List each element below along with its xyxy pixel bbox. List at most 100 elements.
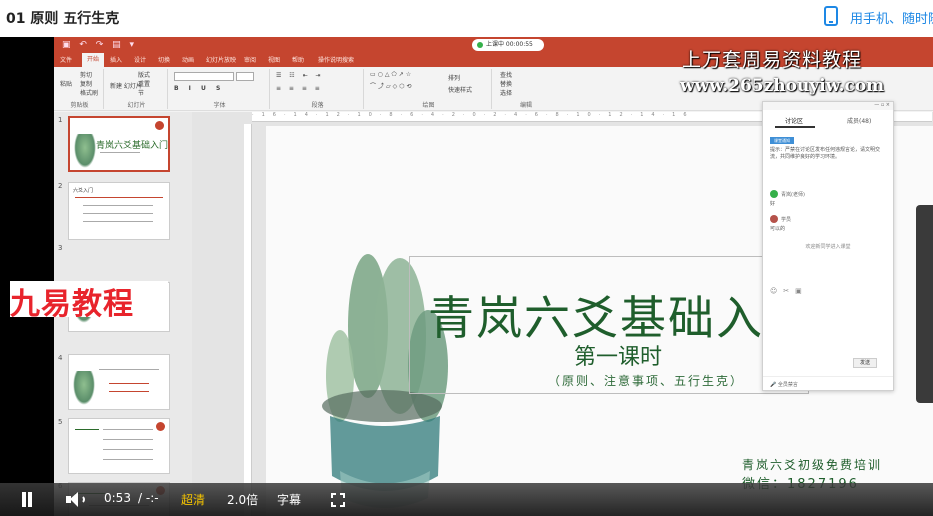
notice-message: 提示：严禁在讨论区发布任何违规言论，请文明交流，共同维护良好的学习环境。	[770, 147, 881, 160]
thumb-line	[83, 213, 153, 214]
tab-design[interactable]: 设计	[134, 55, 146, 64]
editing-group: 查找 替换 选择 编辑	[494, 69, 558, 109]
replace-button[interactable]: 替换	[500, 79, 512, 88]
list-buttons[interactable]: ☰ ☷ ⇤ ⇥	[276, 72, 324, 79]
join-notice: 欢迎新同学进入课堂	[805, 244, 851, 250]
thumb-number: 5	[58, 418, 63, 426]
thumb-number: 4	[58, 354, 63, 362]
tell-me-search[interactable]: 操作说明搜索	[318, 55, 354, 64]
fullscreen-icon[interactable]	[331, 493, 345, 507]
format-painter-button[interactable]: 格式刷	[80, 88, 98, 97]
avatar	[770, 190, 778, 198]
slide-thumbnail[interactable]	[68, 418, 170, 474]
align-buttons[interactable]: ≡ ≡ ≡ ≡	[276, 85, 323, 92]
drawing-group: ▭○△⬠↗☆ ⌒⤴▱◇⬡⟲ 排列 快速样式 绘图	[366, 69, 492, 109]
chat-message: 可以的	[770, 226, 786, 232]
tab-animations[interactable]: 动画	[182, 55, 194, 64]
tab-review[interactable]: 审阅	[244, 55, 256, 64]
thumb-line	[100, 152, 140, 153]
paragraph-group: ☰ ☷ ⇤ ⇥ ≡ ≡ ≡ ≡ 段落	[272, 69, 364, 109]
recording-status: 上课中 00:00:55	[472, 39, 544, 51]
pause-icon[interactable]	[20, 492, 34, 507]
font-format-buttons[interactable]: B I U S	[174, 85, 224, 92]
layout-button[interactable]: 版式	[138, 70, 150, 79]
avatar	[770, 215, 778, 223]
current-time: 0:53	[104, 491, 131, 505]
clipboard-group: 粘贴 剪切 复制 格式刷 剪贴板	[56, 69, 104, 109]
mute-all-toggle[interactable]: 全员禁言	[778, 382, 798, 388]
thumb-line	[83, 205, 153, 206]
drawing-label: 绘图	[422, 102, 435, 109]
shapes-gallery-row2[interactable]: ⌒⤴▱◇⬡⟲	[370, 81, 414, 90]
notice-tag: 课堂通知	[770, 137, 794, 144]
thumb-line	[109, 383, 149, 384]
slide-thumbnail[interactable]: 青岚六爻基础入门	[68, 116, 170, 172]
paste-button[interactable]: 粘贴	[60, 79, 72, 88]
thumb-line	[103, 459, 153, 460]
tab-help[interactable]: 帮助	[292, 55, 304, 64]
font-group: B I U S 字体	[170, 69, 270, 109]
cactus-icon	[74, 134, 96, 168]
select-button[interactable]: 选择	[500, 88, 512, 97]
clipboard-label: 剪贴板	[70, 102, 89, 109]
thumb-line	[103, 449, 153, 450]
volume-icon[interactable]	[66, 492, 86, 507]
powerpoint-window: ▣ ↶ ↷ ▤ ▾ 上课中 00:00:55 文件 开始 插入 设计 切换 动画…	[54, 37, 933, 516]
tab-view[interactable]: 视图	[268, 55, 280, 64]
thumb-title: 青岚六爻基础入门	[96, 141, 169, 151]
tab-members[interactable]: 成员(48)	[847, 116, 871, 125]
slides-group: 新建 幻灯片 版式 重置 节 幻灯片	[106, 69, 168, 109]
thumb-line	[99, 369, 159, 370]
chat-panel: — ▫ × 讨论区 成员(48) 课堂通知 提示：严禁在讨论区发布任何违规言论，…	[762, 101, 894, 391]
copy-button[interactable]: 复制	[80, 79, 92, 88]
slide-thumbnail[interactable]	[68, 354, 170, 410]
thumb-line	[75, 429, 99, 430]
cut-button[interactable]: 剪切	[80, 70, 92, 79]
quick-styles-button[interactable]: 快速样式	[448, 85, 472, 94]
chat-window-controls[interactable]: — ▫ ×	[763, 102, 893, 110]
shapes-gallery[interactable]: ▭○△⬠↗☆	[370, 71, 413, 78]
chat-toolbar-icons[interactable]: ☺✂▣	[770, 287, 808, 295]
speed-button[interactable]: 2.0倍	[227, 491, 258, 508]
chat-user-name: 学员	[781, 217, 792, 223]
watermark-brand-box: 九易教程	[10, 281, 168, 322]
watermark-website: www.265zhouyiw.com	[680, 76, 885, 96]
watermark-brand: 九易教程	[10, 287, 134, 322]
tab-transitions[interactable]: 切换	[158, 55, 170, 64]
chat-message: 好	[770, 201, 776, 207]
quality-button[interactable]: 超清	[181, 491, 205, 508]
font-name-box[interactable]	[174, 72, 234, 81]
side-drawer-handle[interactable]	[916, 205, 933, 403]
mobile-watch-link[interactable]: 用手机、随时随	[850, 8, 933, 27]
thumb-line	[103, 429, 153, 430]
reset-button[interactable]: 重置	[138, 79, 150, 88]
mic-icon[interactable]: 🎤	[770, 382, 778, 388]
chat-user-name: 青岚(老师)	[781, 192, 805, 198]
section-button[interactable]: 节	[138, 88, 144, 97]
thumb-line	[75, 197, 163, 198]
tab-file[interactable]: 文件	[60, 55, 72, 64]
thumb-number: 3	[58, 244, 63, 252]
player-controls: 0:53 / -:- 超清 2.0倍 字幕	[0, 483, 933, 516]
subtitles-button[interactable]: 字幕	[277, 491, 301, 508]
video-player[interactable]: ▣ ↶ ↷ ▤ ▾ 上课中 00:00:55 文件 开始 插入 设计 切换 动画…	[0, 37, 933, 516]
thumb-line	[109, 391, 149, 392]
slide-topics: （原则、注意事项、五行生克）	[548, 374, 745, 388]
tab-slideshow[interactable]: 幻灯片放映	[206, 55, 236, 64]
tab-insert[interactable]: 插入	[110, 55, 122, 64]
thumb-title: 六爻入门	[73, 188, 94, 194]
font-size-box[interactable]	[236, 72, 254, 81]
send-button[interactable]: 发送	[853, 358, 877, 368]
thumb-number: 1	[58, 116, 63, 124]
thumb-line	[83, 221, 153, 222]
arrange-button[interactable]: 排列	[448, 73, 460, 82]
active-tab-indicator	[775, 126, 815, 128]
tab-home[interactable]: 开始	[82, 53, 105, 67]
find-button[interactable]: 查找	[500, 70, 512, 79]
thumb-line	[103, 439, 153, 440]
slide-footer-course: 青岚六爻初级免费培训	[742, 458, 883, 472]
tab-discussion[interactable]: 讨论区	[785, 116, 803, 125]
slide-thumbnail[interactable]: 六爻入门	[68, 182, 170, 240]
mobile-phone-icon[interactable]	[824, 6, 838, 26]
duration: / -:-	[138, 491, 159, 505]
